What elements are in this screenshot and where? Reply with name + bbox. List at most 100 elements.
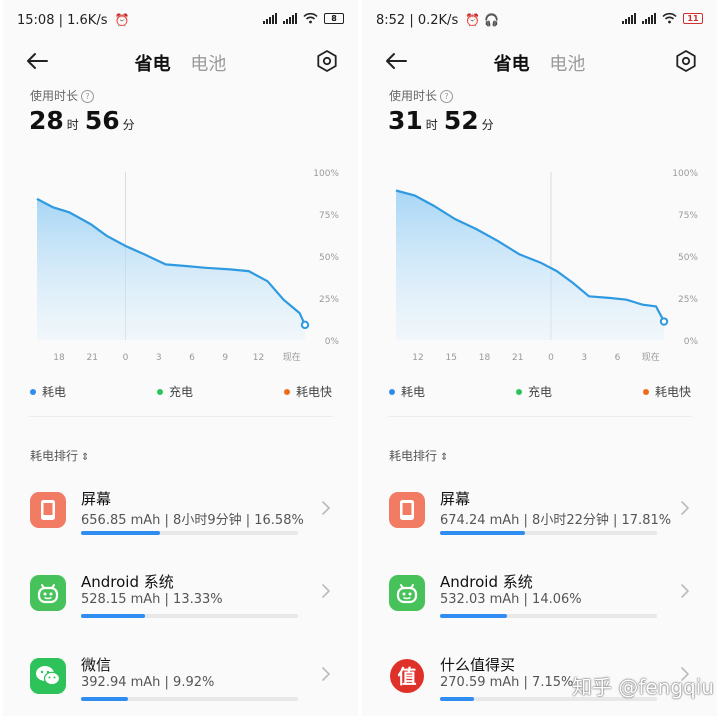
legend-fast: 耗电快 (643, 383, 691, 400)
app-name: 微信 (81, 656, 112, 674)
screen-icon (389, 492, 425, 528)
hours-unit: 时 (66, 118, 79, 132)
legend-consume-dot (30, 389, 36, 395)
x-tick-label: 3 (156, 353, 162, 363)
legend-fast-label: 耗电快 (655, 385, 692, 399)
sort-chevron-icon: ⇕ (81, 452, 90, 463)
alarm-icon: ⏰ 🎧 (465, 13, 500, 27)
app-name: 屏幕 (81, 490, 112, 508)
help-icon[interactable]: ? (440, 90, 454, 103)
usage-minutes: 52 (443, 106, 479, 135)
legend-charge: 充电 (157, 383, 193, 400)
battery-level-chart: 100% 75% 50% 25% 0% 12 15 18 21 0 3 6 现在 (395, 169, 698, 363)
app-row[interactable]: Android 系统 528.15 mAh | 13.33% (3, 567, 358, 627)
chevron-right-icon (681, 584, 689, 598)
power-ranking-label: 耗电排行 (30, 449, 79, 463)
network-speed: 1.6K/s (67, 13, 108, 28)
alarm-icon: ⏰ (114, 13, 130, 27)
usage-duration: 31 时 52 分 (388, 106, 500, 135)
usage-progress-fill (440, 531, 526, 535)
status-time: 8:52 (376, 13, 406, 28)
legend-charge: 充电 (516, 383, 552, 400)
gear-icon[interactable] (314, 48, 340, 74)
y-tick-label: 25% (678, 295, 698, 305)
legend-charge-label: 充电 (169, 385, 194, 399)
app-usage-detail: 532.03 mAh | 14.06% (440, 592, 582, 607)
y-tick-label: 100% (672, 169, 698, 179)
legend-consume: 耗电 (30, 383, 66, 400)
app-usage-detail: 674.24 mAh | 8小时22分钟 | 17.81% (440, 513, 672, 528)
current-level-point (659, 317, 669, 326)
status-separator: | (58, 13, 68, 28)
x-tick-label: 18 (479, 353, 491, 363)
status-bar-right: 8 (263, 12, 344, 24)
battery-area-fill (396, 190, 664, 340)
wifi-icon (303, 12, 318, 24)
status-separator: | (409, 13, 418, 28)
tab-battery[interactable]: 电池 (549, 54, 585, 75)
x-tick-label: 6 (189, 353, 195, 363)
app-name: 什么值得买 (440, 656, 516, 674)
usage-progress-fill (440, 697, 475, 701)
x-tick-label: 18 (53, 353, 65, 363)
usage-progress-bar (440, 531, 657, 535)
nav-bar: 省电 电池 (362, 46, 717, 76)
x-tick-label: 12 (412, 353, 423, 363)
hours-unit: 时 (425, 118, 438, 132)
x-tick-label: 21 (87, 353, 98, 363)
usage-hours: 31 (388, 106, 423, 135)
x-tick-label: 21 (512, 353, 523, 363)
x-tick-label: 6 (615, 353, 621, 363)
tab-power-saving[interactable]: 省电 (494, 54, 530, 75)
network-speed: 0.2K/s (417, 13, 459, 28)
power-ranking-sort[interactable]: 耗电排行 ⇕ (30, 447, 89, 464)
y-tick-label: 25% (319, 295, 339, 305)
app-usage-detail: 656.85 mAh | 8小时9分钟 | 16.58% (81, 513, 304, 528)
usage-label-text: 使用时长 (30, 89, 79, 103)
signal-icon (263, 12, 277, 24)
legend-fast-label: 耗电快 (296, 385, 333, 399)
usage-label: 使用时长? (389, 87, 454, 104)
x-tick-label: 9 (222, 353, 228, 363)
tab-battery[interactable]: 电池 (190, 54, 226, 75)
usage-progress-bar (440, 614, 657, 618)
battery-icon: 8 (324, 12, 344, 24)
signal-icon (622, 12, 636, 24)
chevron-right-icon (681, 501, 689, 515)
usage-duration: 28 时 56 分 (29, 106, 141, 135)
legend-consume: 耗电 (389, 383, 425, 400)
tab-bar: 省电 电池 (362, 50, 717, 76)
usage-progress-bar (81, 531, 298, 535)
app-row[interactable]: Android 系统 532.03 mAh | 14.06% (362, 567, 717, 627)
chart-legend: 耗电 充电 耗电快 (3, 383, 358, 399)
nav-bar: 省电 电池 (3, 46, 358, 76)
current-level-point (300, 320, 310, 330)
app-row[interactable]: 微信 392.94 mAh | 9.92% (3, 650, 358, 710)
y-tick-label: 75% (319, 211, 339, 221)
status-bar-left: 15:08 | 1.6K/s ⏰ (17, 13, 130, 28)
usage-progress-fill (81, 531, 161, 535)
x-tick-label: 3 (581, 353, 587, 363)
app-row[interactable]: 屏幕 674.24 mAh | 8小时22分钟 | 17.81% (362, 484, 717, 544)
x-tick-label: 0 (548, 353, 554, 363)
legend-fast-dot (284, 389, 290, 395)
smzdm-icon: 值 (389, 658, 425, 694)
watermark: 知乎 @fengqiu (571, 675, 714, 699)
battery-area-fill (37, 198, 305, 340)
y-tick-label: 50% (678, 253, 698, 263)
usage-label: 使用时长? (30, 87, 95, 104)
usage-minutes: 56 (84, 106, 120, 135)
wechat-icon (30, 658, 66, 694)
tab-power-saving[interactable]: 省电 (135, 54, 171, 75)
help-icon[interactable]: ? (81, 90, 95, 103)
app-row[interactable]: 屏幕 656.85 mAh | 8小时9分钟 | 16.58% (3, 484, 358, 544)
x-tick-label: 现在 (642, 351, 660, 363)
gear-icon[interactable] (673, 48, 699, 74)
screenshot-left: 15:08 | 1.6K/s ⏰ 8 省电 电池 使用时长? 28 时 56 分 10… (3, 0, 358, 716)
power-ranking-sort[interactable]: 耗电排行 ⇕ (389, 447, 448, 464)
legend-consume-label: 耗电 (401, 385, 426, 399)
y-tick-label: 100% (313, 169, 339, 179)
battery-icon: 11 (683, 12, 703, 24)
legend-consume-dot (389, 389, 395, 395)
legend-fast-dot (643, 389, 649, 395)
